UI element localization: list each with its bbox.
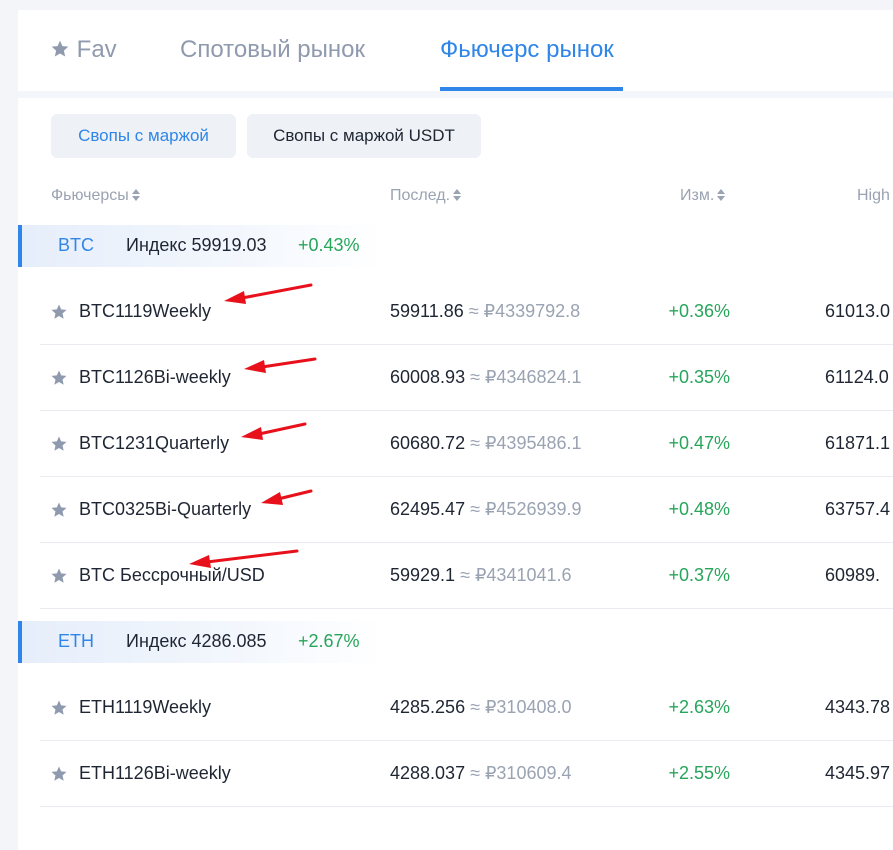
column-header-futures[interactable]: Фьючерсы (51, 187, 140, 205)
last-price: 62495.47 ≈ ₽4526939.9 (390, 499, 582, 520)
last-price-value: 4288.037 (390, 763, 466, 783)
table-row[interactable]: BTC1231Quarterly 60680.72 ≈ ₽4395486.1 +… (40, 411, 893, 477)
group-index: Индекс 4286.085 (126, 631, 267, 651)
last-price-value: 59929.1 (390, 565, 456, 585)
tab-fav-label: Fav (76, 36, 117, 63)
contract-name[interactable]: ETH1119Weekly (79, 697, 211, 718)
last-price-value: 60008.93 (390, 367, 466, 387)
contract-name[interactable]: BTC Бессрочный/USD (79, 565, 265, 586)
last-price: 4285.256 ≈ ₽310408.0 (390, 697, 572, 718)
change-percent: +0.36% (668, 301, 730, 321)
last-price-value: 60680.72 (390, 433, 466, 453)
tab-spot-market[interactable]: Спотовый рынок (180, 34, 365, 66)
table-row[interactable]: BTC Бессрочный/USD 59929.1 ≈ ₽4341041.6 … (40, 543, 893, 609)
group-header-eth: ETH Индекс 4286.085 +2.67% (18, 621, 382, 663)
favorite-star-icon[interactable] (50, 435, 68, 453)
sort-icon (717, 189, 726, 201)
favorite-star-icon[interactable] (50, 303, 68, 321)
change-percent: +0.35% (668, 367, 730, 387)
high-price: 60989. (825, 565, 881, 585)
row-divider (40, 806, 893, 807)
tab-futures-market[interactable]: Фьючерс рынок (440, 34, 614, 66)
star-icon (51, 40, 69, 57)
table-row[interactable]: BTC1126Bi-weekly 60008.93 ≈ ₽4346824.1 +… (40, 345, 893, 411)
usdt-margined-swaps-button[interactable]: Свопы с маржой USDT (247, 114, 481, 158)
group-change: +2.67% (298, 631, 360, 651)
contract-name[interactable]: BTC1231Quarterly (79, 433, 229, 454)
fiat-approx: ≈ ₽4346824.1 (470, 367, 582, 387)
group-symbol: ETH (58, 631, 94, 651)
fiat-approx: ≈ ₽4341041.6 (460, 565, 572, 585)
column-header-last-label: Послед. (390, 187, 451, 204)
fiat-approx: ≈ ₽310408.0 (470, 697, 572, 717)
contract-name[interactable]: BTC1126Bi-weekly (79, 367, 231, 388)
change-percent: +0.48% (668, 499, 730, 519)
high-price: 61013.0 (825, 301, 891, 321)
favorite-star-icon[interactable] (50, 369, 68, 387)
high-price: 63757.4 (825, 499, 891, 519)
high-price: 4345.97 (825, 763, 891, 783)
tab-fav[interactable]: Fav (50, 34, 117, 66)
group-change: +0.43% (298, 235, 360, 255)
favorite-star-icon[interactable] (50, 567, 68, 585)
markets-panel: Fav Спотовый рынок Фьючерс рынок Свопы с… (18, 10, 893, 850)
table-row[interactable]: BTC1119Weekly 59911.86 ≈ ₽4339792.8 +0.3… (40, 279, 893, 345)
last-price-value: 59911.86 (390, 301, 464, 321)
fiat-approx: ≈ ₽4339792.8 (468, 301, 581, 321)
last-price: 59929.1 ≈ ₽4341041.6 (390, 565, 572, 586)
high-price: 61124.0 (825, 367, 889, 387)
market-tabs: Fav Спотовый рынок Фьючерс рынок (18, 10, 893, 98)
fiat-approx: ≈ ₽310609.4 (470, 763, 572, 783)
last-price: 59911.86 ≈ ₽4339792.8 (390, 301, 580, 322)
high-price: 4343.78 (825, 697, 891, 717)
contract-name[interactable]: BTC1119Weekly (79, 301, 211, 322)
change-percent: +2.55% (668, 763, 730, 783)
column-header-change[interactable]: Изм. (680, 187, 726, 205)
column-header-change-label: Изм. (680, 187, 715, 204)
favorite-star-icon[interactable] (50, 501, 68, 519)
table-row[interactable]: BTC0325Bi-Quarterly 62495.47 ≈ ₽4526939.… (40, 477, 893, 543)
last-price-value: 62495.47 (390, 499, 466, 519)
sort-icon (131, 189, 140, 201)
table-row[interactable]: ETH1119Weekly 4285.256 ≈ ₽310408.0 +2.63… (40, 675, 893, 741)
fiat-approx: ≈ ₽4395486.1 (470, 433, 582, 453)
tabs-divider (18, 91, 893, 98)
column-header-high[interactable]: High (857, 187, 890, 205)
row-divider (40, 608, 893, 609)
group-header-btc: BTC Индекс 59919.03 +0.43% (18, 225, 382, 267)
favorite-star-icon[interactable] (50, 765, 68, 783)
change-percent: +0.47% (668, 433, 730, 453)
change-percent: +0.37% (668, 565, 730, 585)
fiat-approx: ≈ ₽4526939.9 (470, 499, 582, 519)
table-row[interactable]: ETH1126Bi-weekly 4288.037 ≈ ₽310609.4 +2… (40, 741, 893, 807)
coin-margined-swaps-button[interactable]: Свопы с маржой (51, 114, 236, 158)
high-price: 61871.1 (825, 433, 891, 453)
sort-icon (453, 189, 462, 201)
last-price: 4288.037 ≈ ₽310609.4 (390, 763, 572, 784)
contract-name[interactable]: ETH1126Bi-weekly (79, 763, 231, 784)
last-price-value: 4285.256 (390, 697, 466, 717)
group-index: Индекс 59919.03 (126, 235, 267, 255)
change-percent: +2.63% (668, 697, 730, 717)
favorite-star-icon[interactable] (50, 699, 68, 717)
column-header-futures-label: Фьючерсы (51, 187, 129, 204)
group-symbol: BTC (58, 235, 94, 255)
last-price: 60680.72 ≈ ₽4395486.1 (390, 433, 582, 454)
last-price: 60008.93 ≈ ₽4346824.1 (390, 367, 582, 388)
contract-name[interactable]: BTC0325Bi-Quarterly (79, 499, 251, 520)
column-header-last[interactable]: Послед. (390, 187, 462, 205)
